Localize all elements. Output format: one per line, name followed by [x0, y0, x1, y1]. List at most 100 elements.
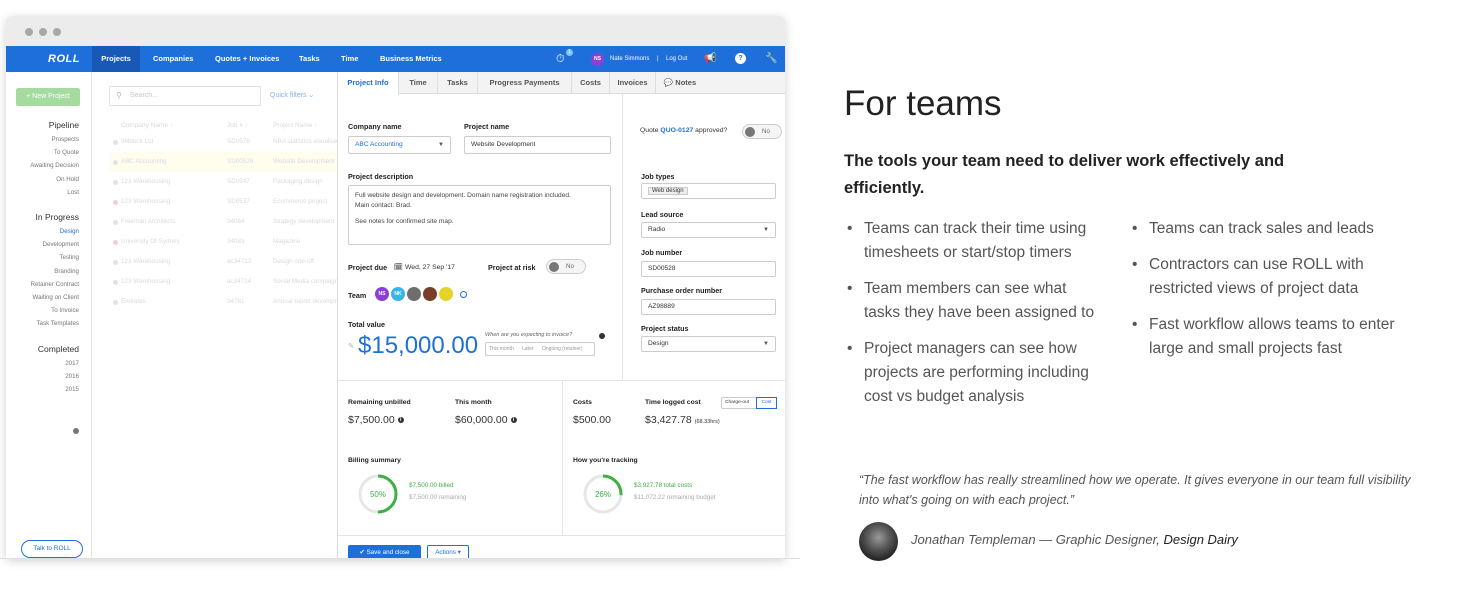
job-number-input[interactable]: SD00528 [641, 261, 776, 277]
time-logged-label: Time logged cost [645, 399, 701, 406]
nav-companies[interactable]: Companies [153, 46, 193, 72]
sidebar-item-to-invoice[interactable]: To Invoice [31, 304, 79, 317]
save-and-close-button[interactable]: ✔ Save and close [348, 545, 421, 559]
window-zoom-dot[interactable] [53, 28, 61, 36]
pipeline-heading[interactable]: Pipeline [30, 120, 79, 130]
new-project-button[interactable]: + New Project [16, 88, 80, 106]
nav-time[interactable]: Time [341, 46, 358, 72]
invoice-option-later[interactable]: Later [522, 343, 533, 355]
tab-progress-payments[interactable]: Progress Payments [478, 72, 572, 94]
team-avatar[interactable]: NS [375, 287, 389, 301]
info-icon[interactable] [599, 333, 605, 339]
job-type-tag[interactable]: Web design [648, 187, 688, 195]
user-avatar[interactable]: NS [591, 53, 604, 66]
team-avatar[interactable] [407, 287, 421, 301]
add-team-member-icon[interactable] [460, 291, 467, 298]
nav-quotes-invoices[interactable]: Quotes + Invoices [215, 46, 279, 72]
info-icon[interactable]: i [397, 417, 404, 424]
tab-time[interactable]: Time [399, 72, 438, 94]
in-progress-heading[interactable]: In Progress [31, 212, 79, 222]
stats-divider [562, 380, 563, 535]
project-name-input[interactable]: Website Development [464, 136, 611, 154]
sidebar-item-task-templates[interactable]: Task Templates [31, 317, 79, 330]
sidebar-item-lost[interactable]: Lost [30, 186, 79, 199]
roll-logo[interactable]: ROLL [48, 53, 80, 65]
megaphone-icon[interactable]: 📢 [704, 46, 716, 72]
sidebar-item-prospects[interactable]: Prospects [30, 133, 79, 146]
sidebar-item-design[interactable]: Design [31, 225, 79, 238]
logout-link[interactable]: Log Out [666, 46, 687, 72]
sidebar-item-branding[interactable]: Branding [31, 265, 79, 278]
top-navbar: ROLL Projects Companies Quotes + Invoice… [6, 46, 785, 72]
remaining-unbilled-label: Remaining unbilled [348, 399, 411, 406]
job-number-label: Job number [641, 248, 683, 257]
tab-costs[interactable]: Costs [572, 72, 610, 94]
costs-value: $500.00 [573, 414, 611, 426]
tab-tasks[interactable]: Tasks [438, 72, 478, 94]
at-risk-toggle[interactable]: No [546, 259, 586, 274]
lead-source-label: Lead source [641, 210, 684, 219]
sidebar-item-2015[interactable]: 2015 [38, 383, 79, 396]
quote-link[interactable]: QUO-0127 [660, 127, 693, 134]
company-label: Company name [348, 122, 402, 131]
tab-notes-label: Notes [675, 78, 697, 87]
sidebar-item-2016[interactable]: 2016 [38, 370, 79, 383]
wrench-icon[interactable]: 🔧 [765, 46, 777, 72]
po-number-input[interactable]: AZ98889 [641, 299, 776, 315]
team-avatar[interactable]: NK [391, 287, 405, 301]
feature-item: Team members can see what tasks they hav… [844, 277, 1104, 325]
project-due-value[interactable]: Wed, 27 Sep '17 [405, 264, 455, 271]
invoice-option-ongoing[interactable]: Ongoing (retainer) [542, 343, 583, 355]
sidebar-item-awaiting-decision[interactable]: Awaiting Decision [30, 159, 79, 172]
sidebar-item-testing[interactable]: Testing [31, 251, 79, 264]
info-icon[interactable]: i [510, 417, 517, 424]
team-avatar[interactable] [423, 287, 437, 301]
sidebar-item-development[interactable]: Development [31, 238, 79, 251]
completed-group: Completed 2017 2016 2015 [38, 344, 79, 397]
edit-pencil-icon[interactable]: ✎ [348, 342, 354, 350]
lead-source-value: Radio [648, 226, 666, 233]
sidebar-item-waiting-on-client[interactable]: Waiting on Client [31, 291, 79, 304]
info-icon[interactable] [73, 428, 79, 434]
user-name[interactable]: Nate Simmons [610, 46, 649, 72]
job-types-input[interactable]: Web design [641, 183, 776, 199]
job-types-label: Job types [641, 172, 675, 181]
project-status-select[interactable]: Design ▼ [641, 336, 776, 352]
window-titlebar [6, 16, 785, 46]
window-minimize-dot[interactable] [39, 28, 47, 36]
tab-project-info[interactable]: Project Info [338, 72, 399, 95]
sidebar-item-2017[interactable]: 2017 [38, 357, 79, 370]
nav-projects[interactable]: Projects [92, 46, 140, 72]
tracking-donut: 26% [583, 474, 623, 514]
charge-out-option[interactable]: Charge-out [725, 398, 749, 408]
help-icon[interactable]: ? [735, 53, 746, 64]
tab-notes[interactable]: 💬 Notes [656, 72, 704, 94]
stopwatch-icon[interactable]: ⏱ [556, 46, 565, 72]
testimonial-author: Jonathan Templeman — Graphic Designer, [911, 532, 1160, 547]
description-textarea[interactable]: Full website design and development. Dom… [348, 185, 611, 245]
sidebar-item-to-quote[interactable]: To Quote [30, 146, 79, 159]
actions-button[interactable]: Actions ▾ [427, 545, 469, 559]
lead-source-select[interactable]: Radio ▼ [641, 222, 776, 238]
tab-invoices[interactable]: Invoices [610, 72, 656, 94]
chevron-down-icon: ▼ [763, 341, 769, 347]
this-month-value: $60,000.00 i [455, 414, 517, 426]
completed-heading[interactable]: Completed [38, 344, 79, 354]
team-avatar[interactable] [439, 287, 453, 301]
po-number-label: Purchase order number [641, 286, 723, 295]
total-value[interactable]: $15,000.00 [358, 332, 478, 360]
remaining-unbilled-value: $7,500.00 i [348, 414, 404, 426]
calendar-icon[interactable]: 🗓 [394, 263, 403, 271]
tracking-percent: 26% [595, 490, 611, 499]
company-select[interactable]: ABC Accounting ▼ [348, 136, 451, 154]
project-status-value: Design [648, 340, 669, 347]
cost-option[interactable]: Cost [756, 397, 777, 409]
invoice-option-this-month[interactable]: This month [489, 343, 514, 355]
nav-business-metrics[interactable]: Business Metrics [380, 46, 442, 72]
sidebar-item-on-hold[interactable]: On Hold [30, 173, 79, 186]
nav-tasks[interactable]: Tasks [299, 46, 320, 72]
sidebar-item-retainer-contract[interactable]: Retainer Contract [31, 278, 80, 291]
talk-to-roll-button[interactable]: Talk to ROLL [21, 540, 83, 558]
quote-approved-toggle[interactable]: No [742, 124, 782, 139]
window-close-dot[interactable] [25, 28, 33, 36]
